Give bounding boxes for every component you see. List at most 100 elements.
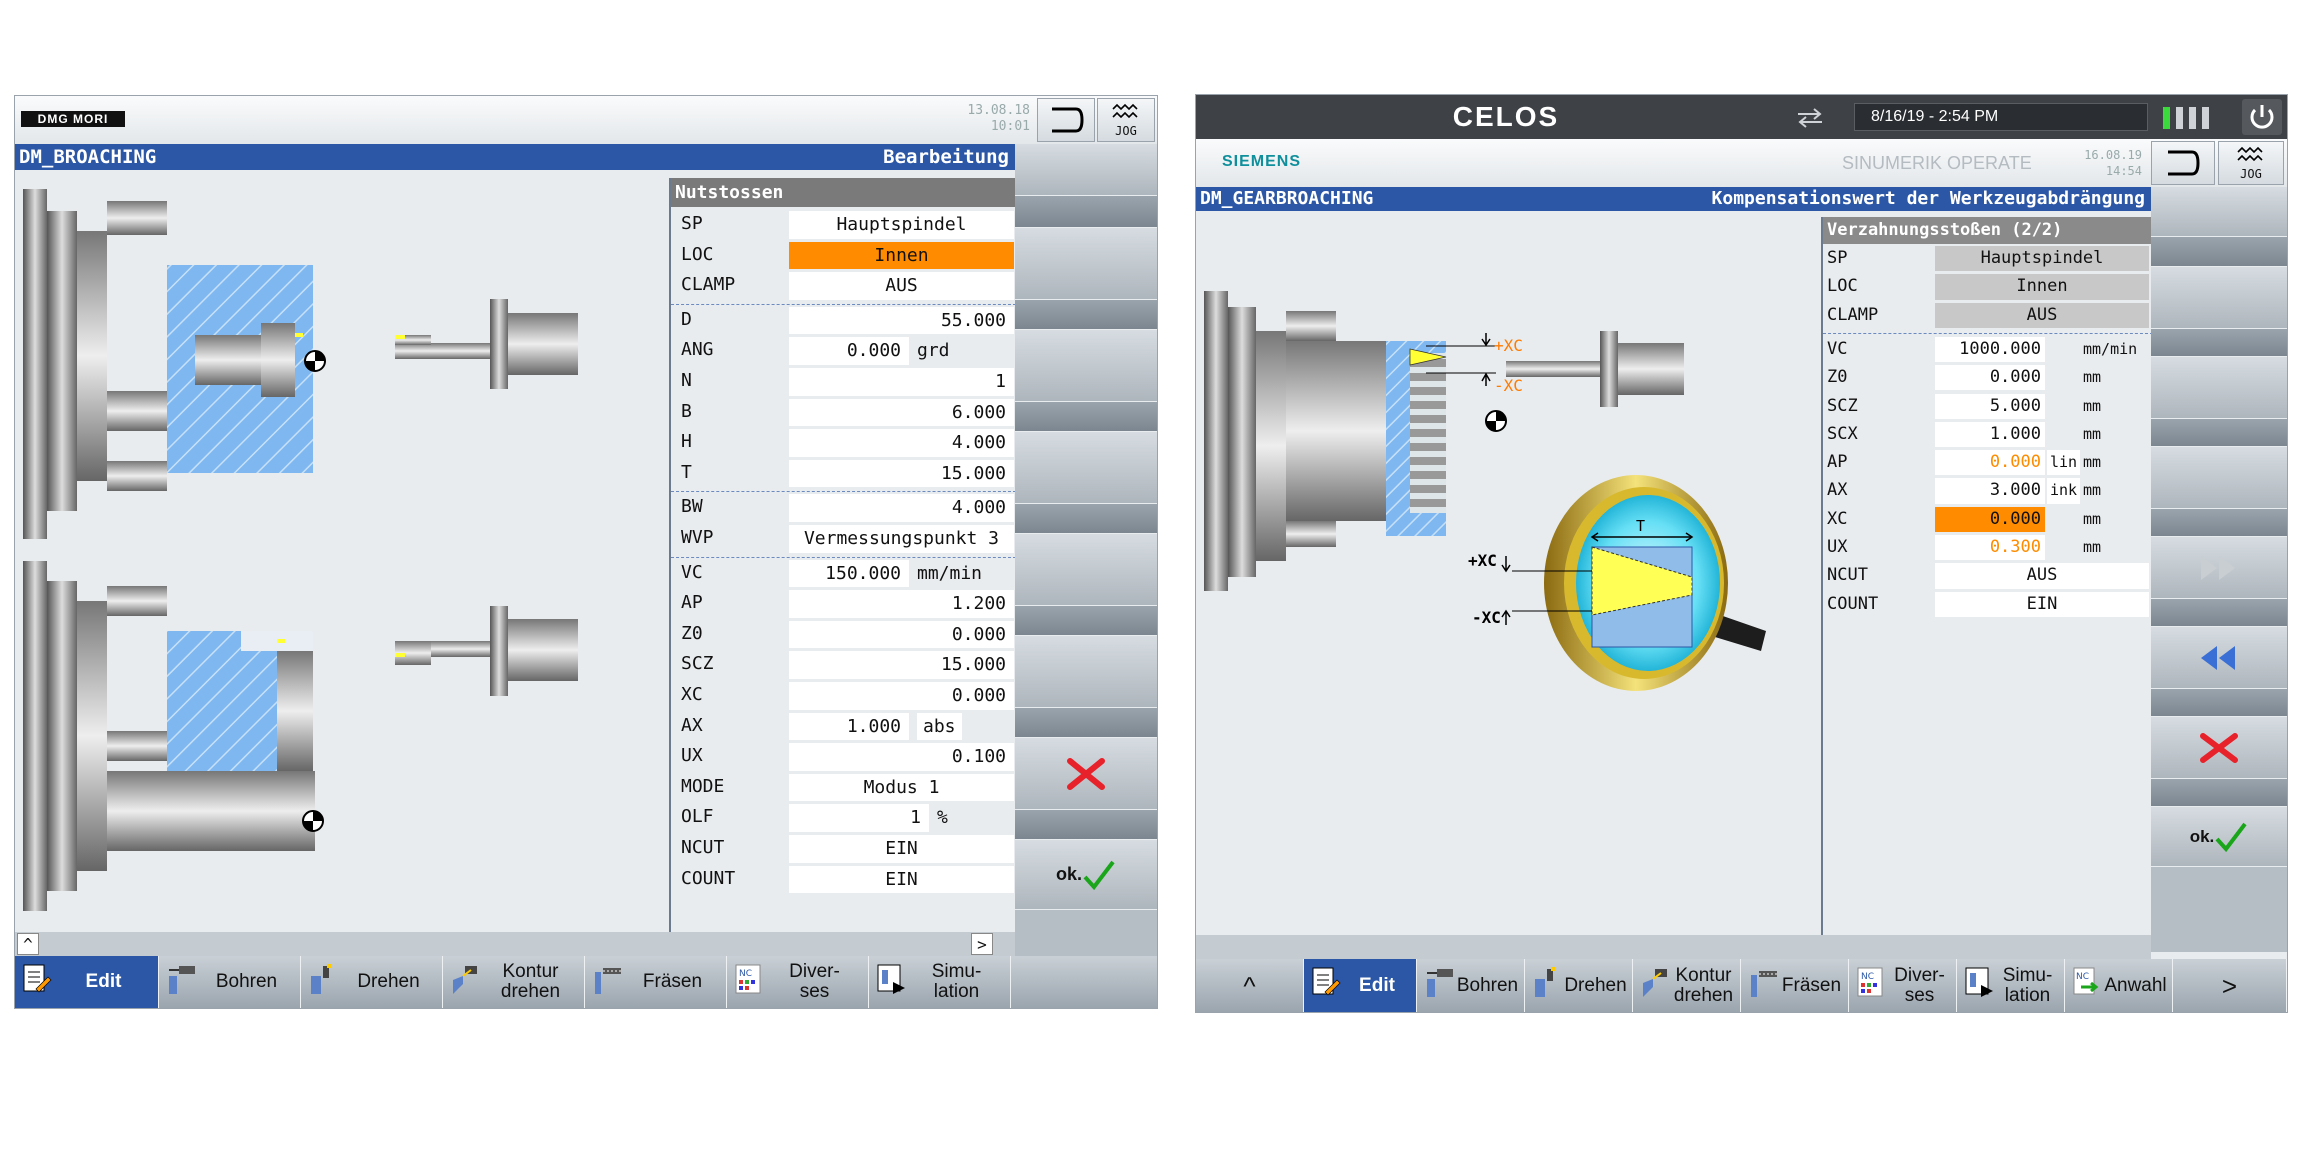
power-button[interactable]	[2242, 99, 2282, 135]
softkey-gap-1	[1015, 196, 1157, 228]
softkey-2[interactable]	[1015, 228, 1157, 300]
param-value[interactable]: Hauptspindel	[789, 211, 1014, 239]
switch-arrows-icon[interactable]	[1794, 107, 1826, 129]
param-value[interactable]: 1.000	[1935, 421, 2045, 448]
softkey-[interactable]: ^	[1196, 959, 1304, 1012]
softkey-fr-sen[interactable]: Fräsen	[1741, 959, 1849, 1012]
forward-button[interactable]	[2151, 537, 2287, 599]
channel-switch-button[interactable]	[1037, 98, 1095, 142]
title-bar: DM_GEARBROACHING Kompensationswert der W…	[1196, 187, 2151, 211]
param-value[interactable]: 0.100	[789, 743, 1014, 771]
param-row-ax: AX 3.000 ink mm	[1823, 477, 2153, 505]
param-value[interactable]: 1.200	[789, 590, 1014, 618]
param-value[interactable]: 1000.000	[1935, 336, 2045, 363]
param-value[interactable]: 3.000	[1935, 478, 2045, 504]
param-unit: abs	[917, 712, 962, 741]
param-value[interactable]: EIN	[1935, 591, 2149, 617]
ok-button[interactable]: ok.	[1015, 840, 1157, 910]
param-row-count: COUNT EIN	[1823, 591, 2153, 619]
softkey-[interactable]: >	[2173, 959, 2287, 1012]
param-value[interactable]: EIN	[789, 835, 1014, 863]
softkey-kontur-drehen[interactable]: Kontur drehen	[1633, 959, 1741, 1012]
softkey-simu-lation[interactable]: Simu- lation	[869, 956, 1011, 1008]
param-label: Z0	[1827, 367, 1848, 388]
param-label: AX	[681, 714, 703, 736]
softkey-3[interactable]	[1015, 330, 1157, 402]
milling-icon	[1747, 965, 1779, 999]
param-mode[interactable]: lin	[2047, 450, 2081, 476]
softkey-3[interactable]	[2151, 357, 2287, 419]
param-value[interactable]: 1.000	[789, 712, 909, 741]
softkey-bohren[interactable]: Bohren	[159, 956, 301, 1008]
softkey-drehen[interactable]: Drehen	[1525, 959, 1633, 1012]
param-value[interactable]: 5.000	[1935, 393, 2045, 419]
param-value[interactable]: 0.000	[789, 337, 909, 365]
param-value[interactable]: 0.000	[1935, 506, 2045, 532]
param-label: AP	[681, 592, 703, 614]
param-value[interactable]: 0.300	[1935, 535, 2045, 561]
header-time: 14:54	[2105, 164, 2142, 178]
channel-switch-button[interactable]	[2151, 141, 2215, 185]
horizontal-scrollbar[interactable]: ^ >	[15, 932, 1015, 956]
param-value[interactable]: 1	[789, 804, 929, 832]
param-value[interactable]: 4.000	[789, 494, 1014, 522]
jog-mode-button[interactable]: JOG	[1097, 98, 1155, 142]
param-value[interactable]: EIN	[789, 865, 1014, 894]
softkey-bohren[interactable]: Bohren	[1417, 959, 1525, 1012]
miscellaneous-icon: NC	[733, 962, 765, 996]
softkey-1[interactable]	[2151, 187, 2287, 237]
scroll-right-button[interactable]: >	[971, 933, 993, 955]
softkey-drehen[interactable]: Drehen	[301, 956, 443, 1008]
softkey-5[interactable]	[1015, 534, 1157, 606]
param-label: Z0	[681, 622, 703, 644]
softkey-2[interactable]	[2151, 267, 2287, 329]
jog-mode-button[interactable]: JOG	[2218, 141, 2284, 185]
param-value[interactable]: 0.000	[1935, 450, 2045, 476]
softkey-6[interactable]	[1015, 636, 1157, 708]
cancel-button[interactable]	[1015, 738, 1157, 810]
program-name: DM_BROACHING	[19, 146, 157, 168]
param-value[interactable]: Modus 1	[789, 773, 1014, 802]
power-icon	[2250, 105, 2274, 129]
softkey-label: >	[2221, 970, 2238, 1001]
param-value[interactable]: 0.000	[789, 620, 1014, 649]
param-value[interactable]: AUS	[1935, 563, 2149, 589]
softkey-simu-lation[interactable]: Simu- lation	[1957, 959, 2065, 1012]
softkey-kontur-drehen[interactable]: Kontur drehen	[443, 956, 585, 1008]
param-value[interactable]: Hauptspindel	[1935, 246, 2149, 272]
ok-button[interactable]: ok.	[2151, 807, 2287, 867]
softkey-edit[interactable]: Edit	[1304, 959, 1417, 1012]
param-value[interactable]: 0.000	[789, 682, 1014, 710]
param-value[interactable]: 0.000	[1935, 365, 2045, 391]
param-mode[interactable]: ink	[2047, 478, 2081, 504]
softkey-4[interactable]	[1015, 432, 1157, 504]
back-button[interactable]	[2151, 627, 2287, 689]
softkey-anwahl[interactable]: NC Anwahl	[2065, 959, 2173, 1012]
softkey-edit[interactable]: Edit	[15, 956, 159, 1008]
param-unit: mm	[2083, 481, 2102, 500]
softkey-1[interactable]	[1015, 144, 1157, 196]
softkey-diver-ses[interactable]: NC Diver- ses	[1849, 959, 1957, 1012]
param-value[interactable]: Innen	[1935, 274, 2149, 300]
param-value[interactable]: Innen	[789, 241, 1014, 270]
param-value[interactable]: 55.000	[789, 306, 1014, 335]
softkey-fr-sen[interactable]: Fräsen	[585, 956, 727, 1008]
param-value[interactable]: Vermessungspunkt 3	[789, 525, 1014, 553]
softkey-4[interactable]	[2151, 447, 2287, 509]
rewind-icon	[2201, 645, 2235, 670]
param-value[interactable]: 6.000	[789, 398, 1014, 427]
param-value[interactable]: 150.000	[789, 559, 909, 588]
param-value[interactable]: 4.000	[789, 429, 1014, 457]
param-value[interactable]: 15.000	[789, 651, 1014, 679]
jog-label: JOG	[1115, 124, 1137, 138]
param-value[interactable]: 1	[789, 368, 1014, 396]
param-value[interactable]: 15.000	[789, 459, 1014, 488]
scroll-left-button[interactable]: ^	[17, 933, 39, 955]
param-label: D	[681, 308, 692, 330]
softkey-diver-ses[interactable]: NC Diver- ses	[727, 956, 869, 1008]
param-row-ncut: NCUT EIN	[671, 834, 1016, 865]
param-value[interactable]: AUS	[789, 272, 1014, 300]
param-value[interactable]: AUS	[1935, 302, 2149, 328]
cancel-button[interactable]	[2151, 717, 2287, 779]
param-row-count: COUNT EIN	[671, 865, 1016, 896]
